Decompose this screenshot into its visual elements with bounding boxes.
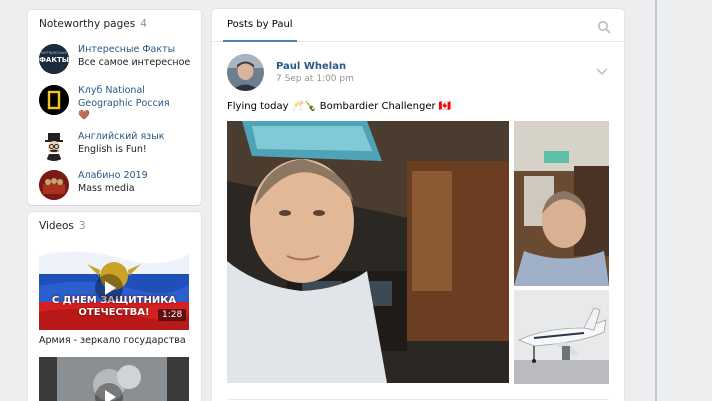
page-name[interactable]: Интересные Факты — [78, 44, 202, 57]
post-date[interactable]: 7 Sep at 1:00 pm — [276, 74, 354, 84]
posts-tabbar: Posts by Paul — [212, 9, 624, 42]
noteworthy-pages-header[interactable]: Noteworthy pages 4 — [28, 10, 201, 38]
post-photo-cabin[interactable] — [514, 121, 609, 286]
post-text: Flying today 🥂🍾 Bombardier Challenger 🇨🇦 — [227, 101, 452, 112]
post-photo-jet[interactable] — [514, 290, 609, 384]
gentleman-page-avatar[interactable] — [39, 131, 69, 161]
videos-title: Videos — [39, 220, 74, 232]
video-duration: 1:28 — [158, 309, 187, 321]
author-avatar[interactable] — [227, 54, 264, 91]
post-photo-main[interactable] — [227, 121, 509, 383]
video-caption[interactable]: Армия - зеркало государства — [39, 335, 186, 346]
author-name[interactable]: Paul Whelan — [276, 61, 346, 72]
tab-posts-by-paul[interactable]: Posts by Paul — [223, 9, 297, 42]
column-divider — [655, 0, 657, 401]
page-name[interactable]: Алабино 2019 — [78, 170, 202, 183]
noteworthy-pages-title: Noteworthy pages — [39, 18, 136, 30]
videos-header[interactable]: Videos 3 — [28, 212, 201, 240]
noteworthy-pages-card: Noteworthy pages 4 ФАКТЫ интересные Интере… — [28, 10, 201, 205]
videos-card: Videos 3 С ДНЕМ ЗАЩИТНИКА ОТЕЧЕСТВА! 1:28… — [28, 212, 201, 401]
facts-page-avatar[interactable]: ФАКТЫ интересные — [39, 44, 69, 74]
post-divider — [227, 399, 609, 400]
chevron-down-icon[interactable] — [595, 62, 609, 76]
natgeo-page-avatar[interactable] — [39, 85, 69, 115]
page-item-facts[interactable]: ФАКТЫ интересные Интересные Факты Все сам… — [39, 44, 199, 80]
page-description: English is Fun! — [78, 143, 147, 155]
svg-text:ФАКТЫ: ФАКТЫ — [39, 56, 69, 64]
noteworthy-pages-count: 4 — [140, 18, 147, 30]
page-item-english[interactable]: Английский язык English is Fun! — [39, 131, 199, 167]
page-description: Mass media — [78, 182, 135, 194]
page-description: 🤎 — [78, 110, 90, 121]
page-name[interactable]: Клуб National Geographic Россия — [78, 85, 202, 110]
svg-text:интересные: интересные — [41, 50, 67, 55]
search-icon[interactable] — [597, 19, 611, 34]
page-description: Все самое интересное — [78, 56, 191, 68]
videos-count: 3 — [78, 220, 86, 232]
play-icon[interactable] — [94, 273, 124, 303]
play-icon[interactable] — [94, 382, 124, 401]
alabino-page-avatar[interactable] — [39, 170, 69, 200]
page-item-natgeo[interactable]: Клуб National Geographic Россия 🤎 — [39, 85, 199, 121]
posts-card: Posts by Paul Paul Whelan 7 Sep at 1:00 … — [212, 9, 624, 401]
page-name[interactable]: Английский язык — [78, 131, 202, 144]
page-item-alabino[interactable]: Алабино 2019 Mass media — [39, 170, 199, 206]
